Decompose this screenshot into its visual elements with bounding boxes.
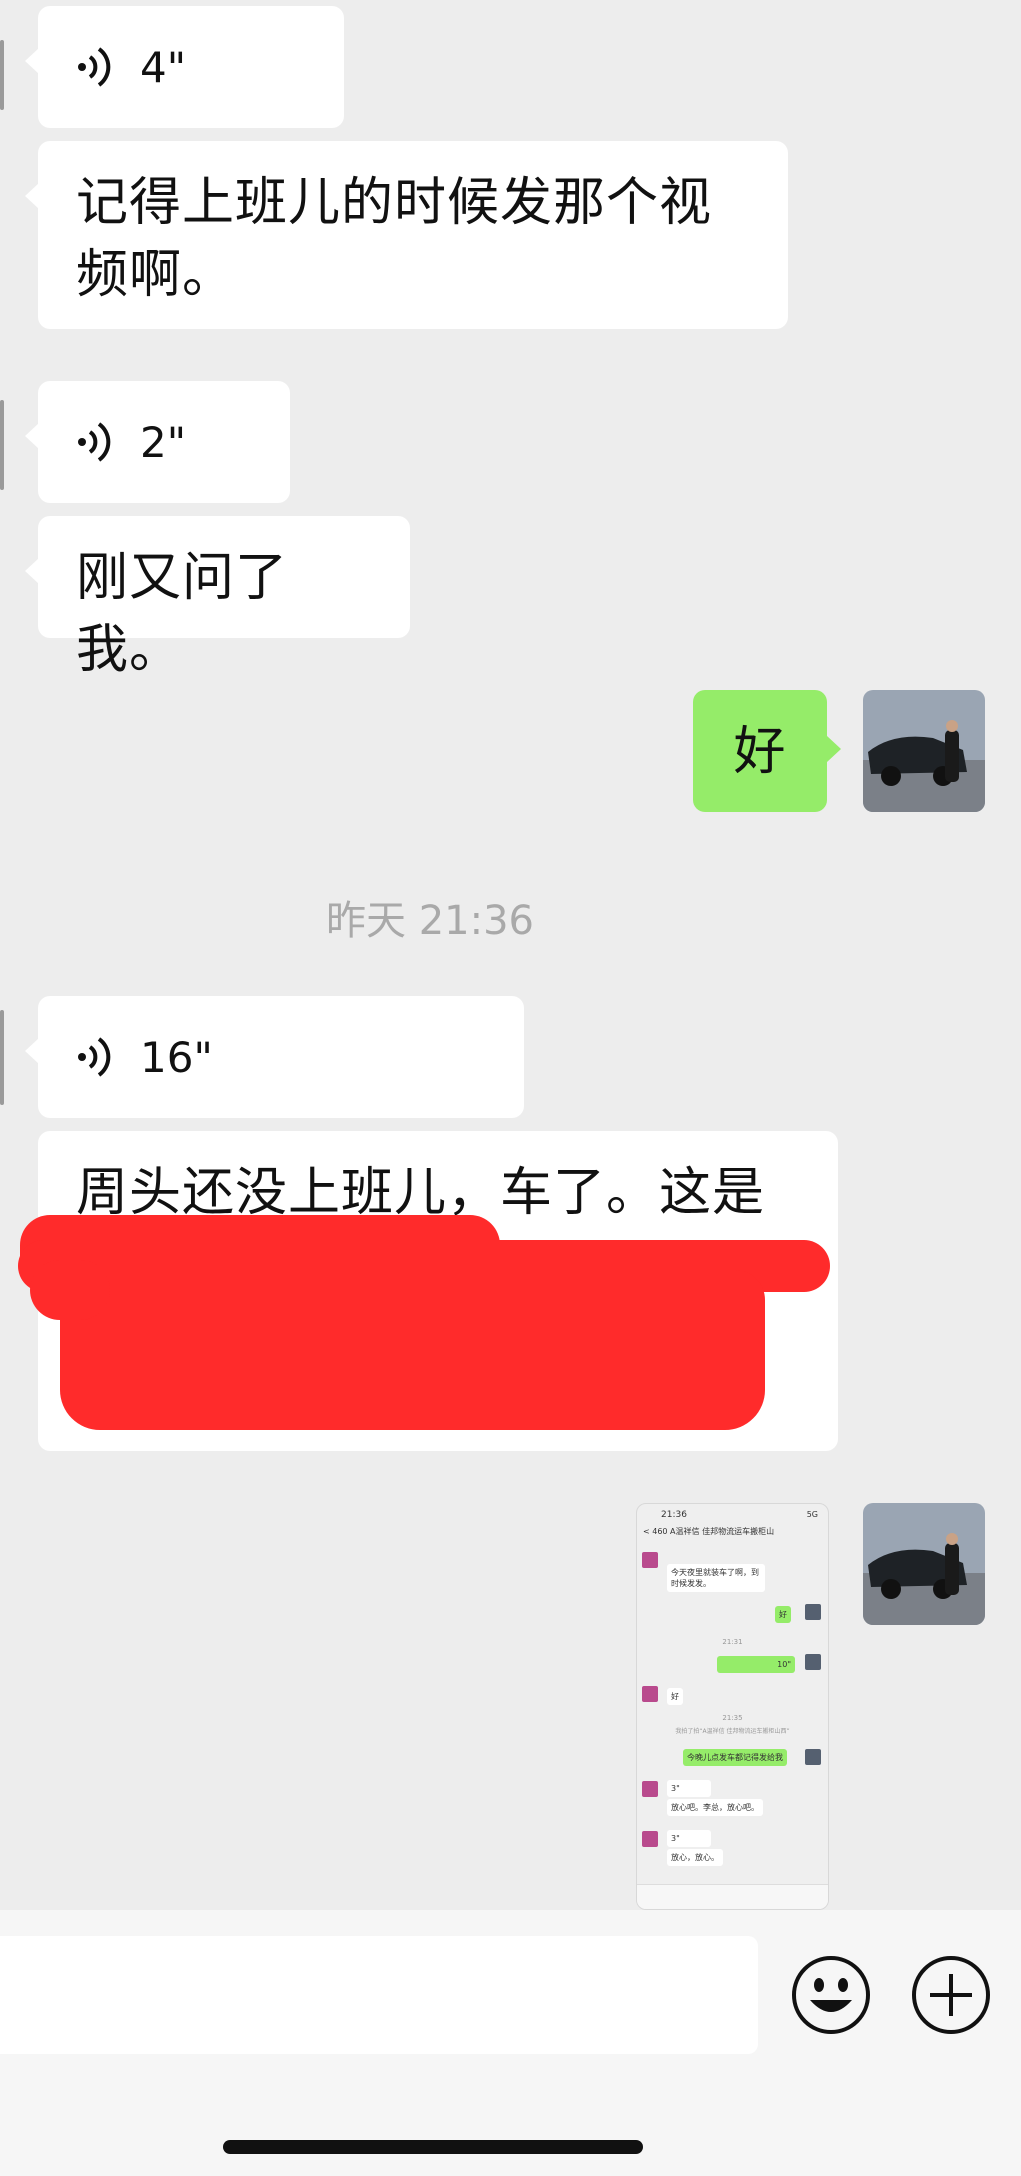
voice-wave-icon [78,1037,111,1077]
my-avatar[interactable] [863,1503,985,1625]
sent-message[interactable]: 好 [693,690,841,812]
voice-wave-icon [78,47,111,87]
message-input[interactable] [0,1936,758,2054]
preview-bubble: 放心，放心。 [667,1849,723,1866]
voice-wave-icon [78,422,111,462]
voice-duration: 2" [140,417,187,467]
redaction-mark [30,1260,110,1320]
preview-avatar [642,1781,658,1797]
emoji-button[interactable] [790,1954,872,2040]
partial-avatar[interactable] [0,40,4,110]
preview-input-bar [637,1884,828,1909]
voice-duration: 4" [140,42,187,92]
sent-image[interactable]: 21:36 5G < 460 A温祥信 佳邦物流运车搬柜山 今天夜里就装车了啊，… [636,1503,829,1910]
text-message[interactable]: 刚又问了我。 [25,516,410,680]
voice-duration: 16" [140,1032,213,1082]
voice-message[interactable]: 16" [25,996,524,1118]
home-indicator[interactable] [223,2140,643,2154]
preview-bubble: 好 [775,1606,791,1623]
partial-avatar[interactable] [0,1010,4,1105]
preview-bubble: 好 [667,1688,683,1705]
input-bar [0,1910,1021,2176]
preview-status-time: 21:36 [661,1510,687,1520]
my-avatar[interactable] [863,690,985,812]
preview-avatar [642,1552,658,1568]
preview-avatar [805,1749,821,1765]
message-text: 刚又问了我。 [76,548,289,680]
text-message[interactable]: 记得上班儿的时候发那个视频啊。 [25,141,788,329]
message-text: 记得上班儿的时候发那个视频啊。 [76,173,713,305]
preview-header: < 460 A温祥信 佳邦物流运车搬柜山 [643,1527,775,1536]
preview-avatar [642,1831,658,1847]
message-text: 好 [733,722,787,782]
preview-bubble: 今晚儿点发车都记得发给我 [683,1749,787,1766]
preview-avatar [642,1686,658,1702]
redaction-mark [60,1270,765,1430]
emoji-icon [792,1956,870,2034]
voice-message[interactable]: 2" [25,381,290,503]
preview-system-text: 我拍了拍“A温祥信 佳邦物流运车搬柜山西” [675,1728,790,1735]
preview-bubble: 今天夜里就装车了啊，到时候发发。 [667,1564,765,1592]
preview-bubble: 3" [667,1830,711,1847]
add-button[interactable] [910,1954,992,2040]
voice-message[interactable]: 4" [25,6,344,128]
preview-avatar [805,1604,821,1620]
plus-icon [912,1956,990,2034]
preview-avatar [805,1654,821,1670]
partial-avatar[interactable] [0,400,4,490]
preview-status-signal: 5G [806,1510,818,1519]
preview-bubble: 3" [667,1780,711,1797]
preview-time: 21:35 [722,1714,743,1722]
preview-time: 21:31 [722,1638,743,1646]
preview-bubble: 放心吧。李总，放心吧。 [667,1799,763,1816]
preview-bubble: 10" [717,1656,795,1673]
chat-timestamp: 昨天 21:36 [326,898,534,944]
